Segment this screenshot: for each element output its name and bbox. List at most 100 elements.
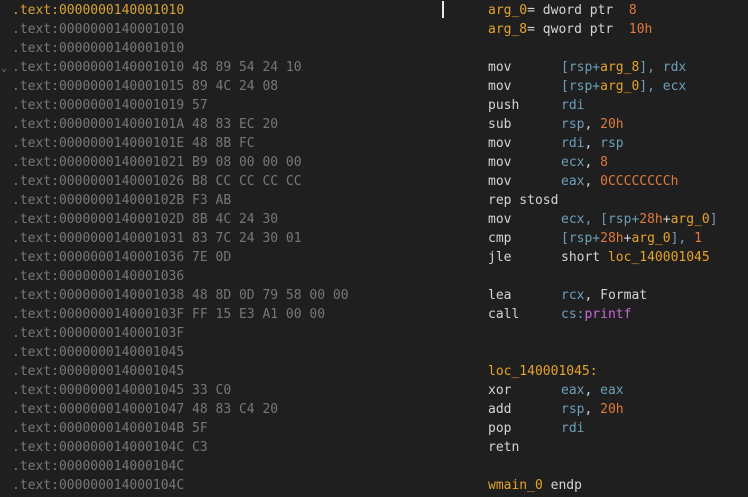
operand-var[interactable]: arg_0 [600,79,639,94]
jump-target-link[interactable]: loc_140001045 [608,250,710,265]
instruction-line[interactable]: jle short loc_140001045 [488,248,710,267]
address-row[interactable]: .text:0000000140001031 83 7C 24 30 01 [12,229,302,248]
address-text[interactable]: .text:0000000140001045 [12,383,184,398]
address-text[interactable]: .text:0000000140001047 [12,402,184,417]
instruction-line[interactable]: sub rsp, 20h [488,115,624,134]
address-row[interactable]: .text:0000000140001047 48 83 C4 20 [12,400,278,419]
separator: , [584,383,601,398]
instruction-line[interactable]: lea rcx, Format [488,286,647,305]
opcode-bytes: 48 8B FC [192,136,255,151]
address-row[interactable]: .text:000000014000103F [12,324,184,343]
address-text[interactable]: .text:0000000140001010 [12,60,184,75]
address-row[interactable]: .text:0000000140001010 48 89 54 24 10 [12,58,302,77]
address-listing-pane[interactable]: ⌄ .text:0000000140001010 .text:0000000140… [0,0,440,497]
address-text[interactable]: .text:000000014000104C [12,440,184,455]
instruction-line[interactable]: mov ecx, [rsp+28h+arg_0] [488,210,718,229]
instruction-line[interactable]: rep stosd [488,191,558,210]
disassembly-pane[interactable]: arg_0= dword ptr 8 arg_8= qword ptr 10h … [488,0,748,497]
var-name[interactable]: arg_8 [488,22,527,37]
address-row[interactable]: .text:000000014000104C [12,457,184,476]
address-text[interactable]: .text:0000000140001010 [12,41,184,56]
address-text[interactable]: .text:000000014000104C [12,459,184,474]
instruction-line[interactable]: add rsp, 20h [488,400,624,419]
instruction-line[interactable]: retn [488,438,519,457]
operand-register: eax [561,383,585,398]
address-text[interactable]: .text:0000000140001019 [12,98,184,113]
address-text[interactable]: .text:0000000140001036 [12,269,184,284]
address-row[interactable]: .text:0000000140001045 [12,343,184,362]
address-text[interactable]: .text:000000014000104B [12,421,184,436]
address-text[interactable]: .text:0000000140001038 [12,288,184,303]
address-row[interactable]: .text:0000000140001019 57 [12,96,208,115]
address-row[interactable]: .text:0000000140001010 [12,1,184,20]
instruction-line[interactable]: push rdi [488,96,584,115]
address-text[interactable]: .text:000000014000103F [12,326,184,341]
address-row[interactable]: .text:0000000140001026 B8 CC CC CC CC [12,172,302,191]
instruction-line[interactable]: cmp [rsp+28h+arg_0], 1 [488,229,702,248]
instruction-line[interactable]: pop rdi [488,419,584,438]
address-text[interactable]: .text:0000000140001010 [12,22,184,37]
opcode-bytes: 48 83 EC 20 [192,117,279,132]
instruction-line[interactable]: mov eax, 0CCCCCCCCh [488,172,678,191]
instruction-line[interactable]: mov rdi, rsp [488,134,624,153]
address-text[interactable]: .text:0000000140001015 [12,79,184,94]
address-text[interactable]: .text:000000014000101A [12,117,184,132]
operand-immediate: 28h [639,212,663,227]
instruction-line[interactable]: xor eax, eax [488,381,624,400]
import-function-link[interactable]: printf [584,307,631,322]
address-text[interactable]: .text:0000000140001026 [12,174,184,189]
operand-var[interactable]: arg_0 [631,231,670,246]
address-text[interactable]: .text:000000014000102B [12,193,184,208]
operand-symbol[interactable]: , Format [584,288,647,303]
instruction-line[interactable]: mov [rsp+arg_8], rdx [488,58,686,77]
operand-register: rsp [561,117,585,132]
address-text[interactable]: .text:0000000140001045 [12,364,184,379]
collapse-chevron-icon[interactable]: ⌄ [1,59,7,78]
address-row[interactable]: .text:000000014000104C [12,476,184,495]
address-text[interactable]: .text:0000000140001021 [12,155,184,170]
address-text[interactable]: .text:000000014000104C [12,478,184,493]
address-row[interactable]: .text:0000000140001045 [12,362,184,381]
label-name[interactable]: loc_140001045: [488,364,598,379]
address-row[interactable]: .text:0000000140001021 B9 08 00 00 00 [12,153,302,172]
address-row[interactable]: .text:0000000140001038 48 8D 0D 79 58 00… [12,286,349,305]
var-name[interactable]: arg_0 [488,3,527,18]
address-text[interactable]: .text:000000014000102D [12,212,184,227]
function-end[interactable]: wmain_0 endp [488,476,582,495]
address-row[interactable]: .text:0000000140001010 [12,39,184,58]
operand-register: rsp [600,136,624,151]
address-row[interactable]: .text:000000014000102D 8B 4C 24 30 [12,210,278,229]
address-row[interactable]: .text:0000000140001045 33 C0 [12,381,231,400]
address-row[interactable]: .text:0000000140001036 7E 0D [12,248,231,267]
operand-immediate: 20h [600,402,624,417]
arg8-declaration[interactable]: arg_8= qword ptr 10h [488,20,652,39]
address-row[interactable]: .text:0000000140001036 [12,267,184,286]
address-text[interactable]: .text:000000014000101E [12,136,184,151]
operand-var[interactable]: arg_0 [671,212,710,227]
address-row[interactable]: .text:000000014000104B 5F [12,419,208,438]
code-label[interactable]: loc_140001045: [488,362,598,381]
address-row[interactable]: .text:0000000140001015 89 4C 24 08 [12,77,278,96]
operand-var[interactable]: arg_8 [600,60,639,75]
instruction-line[interactable]: mov ecx, 8 [488,153,608,172]
mnemonic: mov [488,136,512,151]
operand-register: rdi [561,136,585,151]
instruction-line[interactable]: mov [rsp+arg_0], ecx [488,77,686,96]
address-text[interactable]: .text:000000014000103F [12,307,184,322]
address-row[interactable]: .text:000000014000104C C3 [12,438,208,457]
address-text[interactable]: .text:0000000140001045 [12,345,184,360]
instruction-line[interactable]: call cs:printf [488,305,631,324]
operand: ] [709,212,718,227]
address-row[interactable]: .text:0000000140001010 [12,20,184,39]
arg0-declaration[interactable]: arg_0= dword ptr 8 [488,1,637,20]
address-row[interactable]: .text:000000014000101A 48 83 EC 20 [12,115,278,134]
address-row[interactable]: .text:000000014000103F FF 15 E3 A1 00 00 [12,305,325,324]
operand-register: eax [561,174,585,189]
address-text[interactable]: .text:0000000140001031 [12,231,184,246]
function-name[interactable]: wmain_0 [488,478,543,493]
address-row[interactable]: .text:000000014000101E 48 8B FC [12,134,255,153]
equals: = [527,22,535,37]
address-row[interactable]: .text:000000014000102B F3 AB [12,191,231,210]
address-text[interactable]: .text:0000000140001036 [12,250,184,265]
address-text[interactable]: .text:0000000140001010 [12,3,184,18]
